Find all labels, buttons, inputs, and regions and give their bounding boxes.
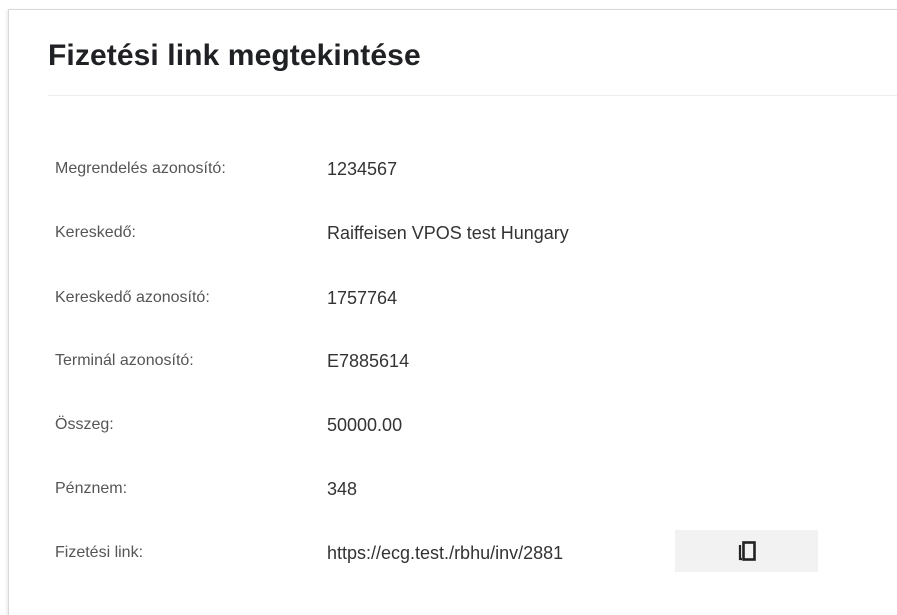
amount-value: 50000.00 [327,415,403,435]
details-list: Megrendelés azonosító: 1234567 Kereskedő… [0,0,897,615]
merchant-id-label: Kereskedő azonosító: [55,289,210,306]
terminal-id-value: E7885614 [327,351,410,371]
order-id-label: Megrendelés azonosító: [55,160,226,177]
payment-link-value[interactable]: https://ecg.test./rbhu/inv/2881 [327,541,563,565]
merchant-label: Kereskedő: [55,224,136,241]
currency-value: 348 [327,479,358,499]
copy-link-button[interactable] [675,530,818,572]
page: Fizetési link megtekintése Megrendelés a… [0,0,897,615]
terminal-id-label: Terminál azonosító: [55,352,194,369]
order-id-value: 1234567 [327,159,398,179]
payment-link-label: Fizetési link: [55,544,144,561]
currency-label: Pénznem: [55,480,128,497]
merchant-value: Raiffeisen VPOS test Hungary [327,223,569,243]
amount-label: Összeg: [55,416,114,433]
merchant-id-value: 1757764 [327,288,398,308]
copy-icon [738,541,756,561]
